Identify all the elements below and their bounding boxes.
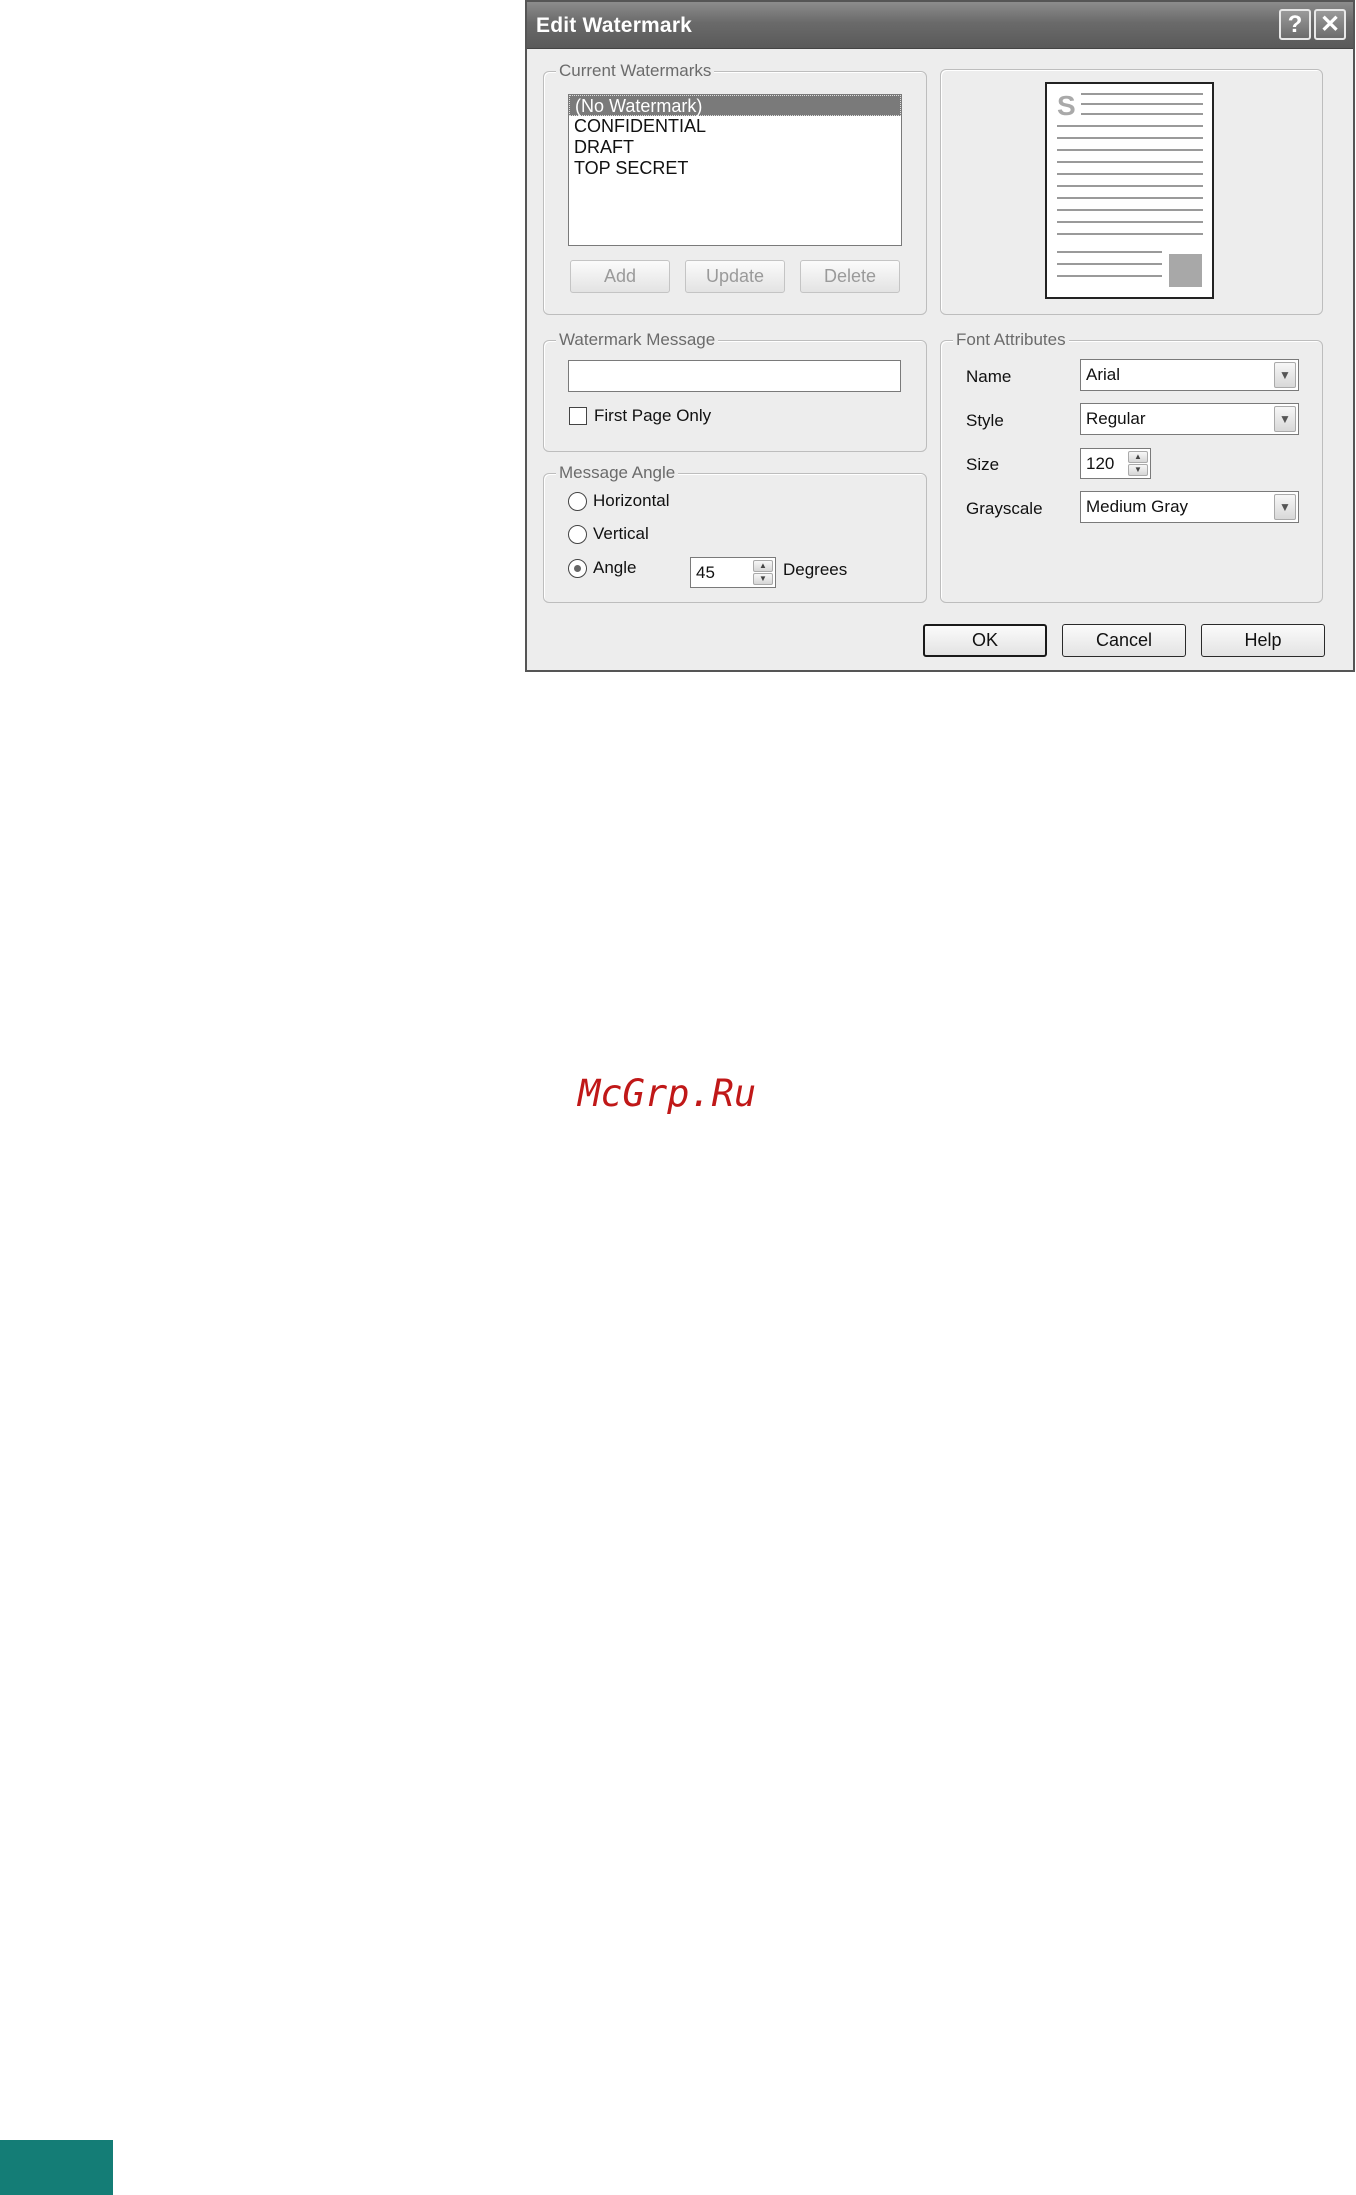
- preview-line: [1057, 233, 1203, 235]
- spin-up-icon[interactable]: ▲: [753, 560, 773, 572]
- angle-radio[interactable]: [568, 559, 587, 578]
- close-icon[interactable]: ✕: [1314, 9, 1346, 40]
- preview-watermark-letter: S: [1057, 90, 1076, 121]
- help-button[interactable]: Help: [1201, 624, 1325, 657]
- preview-line: [1057, 275, 1162, 277]
- vertical-radio[interactable]: [568, 525, 587, 544]
- page-corner-tab: [0, 2140, 113, 2195]
- font-style-value: Regular: [1086, 409, 1146, 428]
- watermark-item-confidential[interactable]: CONFIDENTIAL: [569, 116, 901, 137]
- radio-selected-dot: [574, 565, 581, 572]
- message-angle-group: Message Angle Horizontal Vertical Angle …: [543, 463, 927, 603]
- font-size-value: 120: [1086, 454, 1115, 473]
- grayscale-select[interactable]: Medium Gray ▼: [1080, 491, 1299, 523]
- site-watermark-text: McGrp.Ru: [578, 1072, 757, 1115]
- watermark-item-draft[interactable]: DRAFT: [569, 137, 901, 158]
- preview-group: S: [940, 69, 1323, 315]
- watermark-message-group: Watermark Message First Page Only: [543, 330, 927, 452]
- add-button[interactable]: Add: [570, 260, 670, 293]
- cancel-button[interactable]: Cancel: [1062, 624, 1186, 657]
- spin-up-icon[interactable]: ▲: [1128, 451, 1148, 463]
- angle-value: 45: [696, 563, 715, 582]
- chevron-down-icon[interactable]: ▼: [1274, 406, 1296, 432]
- angle-label[interactable]: Angle: [593, 558, 636, 578]
- spin-down-icon[interactable]: ▼: [1128, 464, 1148, 476]
- angle-spinbox[interactable]: 45 ▲ ▼: [690, 557, 776, 588]
- preview-line: [1057, 209, 1203, 211]
- chevron-down-icon[interactable]: ▼: [1274, 494, 1296, 520]
- font-size-spinbox[interactable]: 120 ▲ ▼: [1080, 448, 1151, 479]
- preview-logo-box: [1169, 254, 1202, 287]
- watermark-listbox[interactable]: (No Watermark) CONFIDENTIAL DRAFT TOP SE…: [568, 94, 902, 246]
- font-name-select[interactable]: Arial ▼: [1080, 359, 1299, 391]
- spin-down-icon[interactable]: ▼: [753, 573, 773, 585]
- preview-line: [1057, 197, 1203, 199]
- font-style-label: Style: [966, 411, 1004, 430]
- current-watermarks-group: Current Watermarks (No Watermark) CONFID…: [543, 61, 927, 315]
- delete-button[interactable]: Delete: [800, 260, 900, 293]
- dialog-title: Edit Watermark: [536, 14, 693, 37]
- preview-line: [1057, 263, 1162, 265]
- preview-line: [1057, 149, 1203, 151]
- preview-line: [1057, 161, 1203, 163]
- update-button[interactable]: Update: [685, 260, 785, 293]
- grayscale-label: Grayscale: [966, 499, 1043, 518]
- watermark-message-label: Watermark Message: [556, 330, 719, 350]
- title-bar[interactable]: Edit Watermark ? ✕: [527, 2, 1353, 49]
- font-attributes-label: Font Attributes: [953, 330, 1069, 350]
- message-angle-label: Message Angle: [556, 463, 679, 483]
- grayscale-value: Medium Gray: [1086, 497, 1189, 516]
- preview-line: [1081, 113, 1203, 115]
- font-name-label: Name: [966, 367, 1012, 386]
- degrees-label: Degrees: [783, 560, 848, 579]
- horizontal-radio[interactable]: [568, 492, 587, 511]
- preview-line: [1081, 103, 1203, 105]
- preview-line: [1057, 137, 1203, 139]
- preview-page: S: [1045, 82, 1214, 299]
- first-page-only-checkbox[interactable]: [569, 407, 587, 425]
- chevron-down-icon[interactable]: ▼: [1274, 362, 1296, 388]
- font-style-select[interactable]: Regular ▼: [1080, 403, 1299, 435]
- current-watermarks-label: Current Watermarks: [556, 61, 715, 81]
- preview-line: [1057, 173, 1203, 175]
- help-icon[interactable]: ?: [1279, 9, 1311, 40]
- preview-line: [1081, 93, 1203, 95]
- watermark-message-input[interactable]: [568, 360, 901, 392]
- horizontal-label[interactable]: Horizontal: [593, 491, 670, 511]
- watermark-item-top-secret[interactable]: TOP SECRET: [569, 158, 901, 179]
- font-attributes-group: Font Attributes Name Arial ▼ Style Regul…: [940, 330, 1323, 603]
- font-size-label: Size: [966, 455, 1000, 474]
- preview-line: [1057, 251, 1162, 253]
- preview-line: [1057, 125, 1203, 127]
- vertical-label[interactable]: Vertical: [593, 524, 649, 544]
- edit-watermark-dialog: Edit Watermark ? ✕ Current Watermarks (N…: [525, 0, 1355, 672]
- first-page-only-label[interactable]: First Page Only: [594, 406, 711, 426]
- ok-button[interactable]: OK: [923, 624, 1047, 657]
- preview-line: [1057, 185, 1203, 187]
- watermark-item-none[interactable]: (No Watermark): [569, 95, 901, 116]
- preview-line: [1057, 221, 1203, 223]
- font-name-value: Arial: [1086, 365, 1121, 384]
